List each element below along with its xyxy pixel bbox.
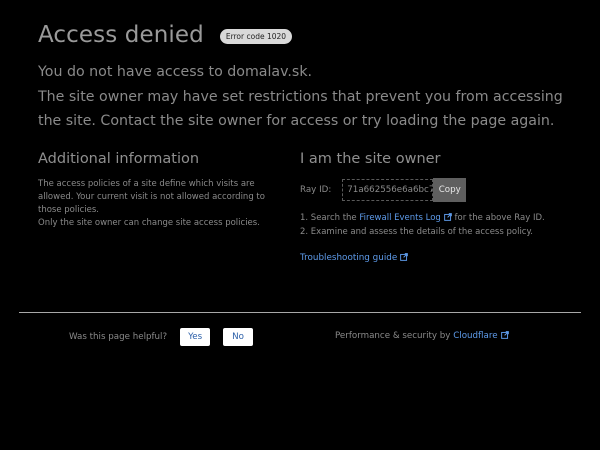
ray-id-value[interactable]: 71a662556e6a6bc7 bbox=[342, 179, 434, 201]
feedback-area: Was this page helpful? Yes No bbox=[69, 328, 254, 346]
step-2: 2. Examine and assess the details of the… bbox=[300, 227, 534, 237]
copy-ray-id-button[interactable]: Copy bbox=[433, 178, 467, 202]
footer-divider bbox=[19, 312, 581, 313]
cloudflare-label: Cloudflare bbox=[453, 331, 498, 341]
intro-line-2: The site owner may have set restrictions… bbox=[38, 88, 563, 130]
external-link-icon bbox=[500, 331, 509, 339]
step-1: 1. Search the Firewall Events Log for th… bbox=[300, 211, 550, 225]
owner-steps: 1. Search the Firewall Events Log for th… bbox=[300, 211, 550, 239]
cloudflare-link[interactable]: Cloudflare bbox=[453, 331, 509, 341]
firewall-events-log-link[interactable]: Firewall Events Log bbox=[359, 213, 452, 223]
error-code-badge: Error code 1020 bbox=[219, 28, 293, 44]
access-denied-page: Access denied Error code 1020 You do not… bbox=[0, 0, 600, 450]
external-link-icon bbox=[400, 253, 409, 261]
ray-id-label: Ray ID: bbox=[300, 185, 332, 195]
ray-id-row: Ray ID: 71a662556e6a6bc7 Copy bbox=[300, 178, 550, 202]
performance-prefix: Performance & security by bbox=[335, 331, 454, 341]
firewall-events-log-label: Firewall Events Log bbox=[359, 213, 441, 223]
additional-info-paragraph-2: Only the site owner can change site acce… bbox=[38, 218, 260, 228]
site-owner-title: I am the site owner bbox=[300, 151, 441, 167]
additional-information-title: Additional information bbox=[38, 151, 200, 167]
troubleshooting-guide-label: Troubleshooting guide bbox=[300, 253, 398, 263]
intro-line-1: You do not have access to domalav.sk. bbox=[38, 64, 313, 80]
external-link-icon bbox=[443, 213, 452, 221]
site-owner-section: I am the site owner Ray ID: 71a662556e6a… bbox=[300, 151, 550, 263]
title-row: Access denied Error code 1020 bbox=[38, 22, 293, 48]
performance-security-credit: Performance & security by Cloudflare bbox=[335, 331, 509, 341]
troubleshooting-guide-link[interactable]: Troubleshooting guide bbox=[300, 253, 550, 263]
additional-info-paragraph-1: The access policies of a site define whi… bbox=[38, 179, 265, 215]
step-1-suffix: for the above Ray ID. bbox=[451, 213, 545, 223]
helpful-question: Was this page helpful? bbox=[69, 332, 168, 342]
additional-information-section: Additional information The access polici… bbox=[38, 151, 278, 230]
step-1-prefix: 1. Search the bbox=[300, 213, 360, 223]
yes-button[interactable]: Yes bbox=[180, 328, 211, 346]
page-title: Access denied bbox=[38, 22, 204, 48]
no-button[interactable]: No bbox=[223, 328, 254, 346]
intro-message: You do not have access to domalav.sk. Th… bbox=[38, 60, 578, 134]
